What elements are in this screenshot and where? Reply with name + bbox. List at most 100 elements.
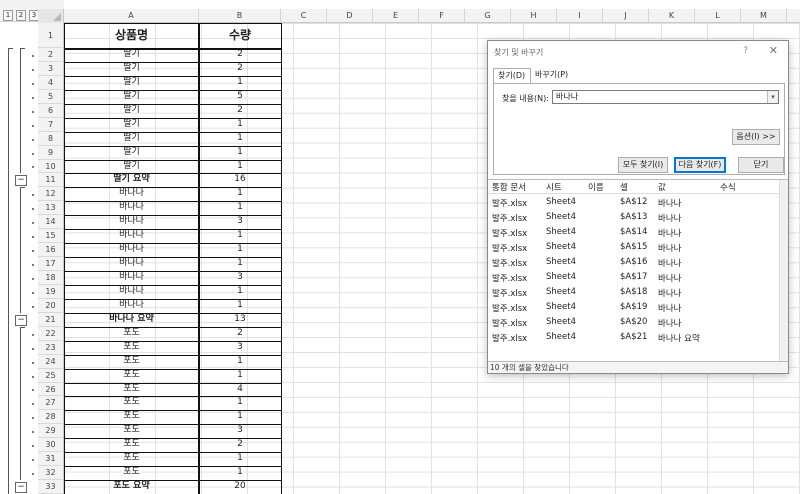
row-header[interactable]: 15	[38, 229, 64, 244]
cell-product[interactable]: 포도	[64, 369, 199, 383]
row-header[interactable]: 8	[38, 131, 64, 146]
cell-product[interactable]: 포도	[64, 466, 199, 480]
select-all-corner[interactable]	[38, 9, 64, 23]
row-header[interactable]: 25	[38, 368, 64, 383]
column-header-b[interactable]: B	[199, 9, 281, 23]
row-header[interactable]: 12	[38, 187, 64, 202]
cell-product[interactable]: 딸기 요약	[64, 173, 199, 187]
cell-product[interactable]: 포도	[64, 396, 199, 410]
cell-product[interactable]: 딸기	[64, 118, 199, 132]
result-row[interactable]: 발주.xlsx Sheet4 $A$12 바나나	[488, 197, 778, 212]
result-row[interactable]: 발주.xlsx Sheet4 $A$13 바나나	[488, 212, 778, 227]
cell-product[interactable]: 포도	[64, 327, 199, 341]
cell-product[interactable]: 딸기	[64, 48, 199, 62]
cell-quantity[interactable]: 1	[199, 229, 281, 243]
cell-quantity[interactable]: 1	[199, 243, 281, 257]
chevron-down-icon[interactable]: ▾	[767, 91, 778, 103]
results-column-header[interactable]: 수식	[720, 181, 736, 193]
cell-quantity[interactable]: 3	[199, 271, 281, 285]
cell-quantity[interactable]: 3	[199, 424, 281, 438]
collapse-group-button[interactable]: −	[15, 482, 27, 494]
row-header[interactable]: 7	[38, 117, 64, 132]
cell-quantity[interactable]: 1	[199, 410, 281, 424]
result-row[interactable]: 발주.xlsx Sheet4 $A$19 바나나	[488, 302, 778, 317]
cell-quantity[interactable]: 1	[199, 118, 281, 132]
cell-quantity[interactable]: 1	[199, 466, 281, 480]
result-row[interactable]: 발주.xlsx Sheet4 $A$18 바나나	[488, 287, 778, 302]
cell-product[interactable]: 바나나	[64, 271, 199, 285]
row-header[interactable]: 11	[38, 173, 64, 188]
tab-replace[interactable]: 바꾸기(P)	[531, 68, 573, 84]
cell-product[interactable]: 포도	[64, 452, 199, 466]
row-header[interactable]: 21	[38, 312, 64, 327]
results-column-header[interactable]: 통합 문서	[492, 181, 526, 193]
results-list[interactable]: 통합 문서 시트 이름 셀 값 수식 발주.xlsx Sheet4 $A$12 바나나 발주.xl…	[488, 179, 788, 364]
column-header-f[interactable]: F	[419, 9, 465, 23]
cell-product[interactable]: 바나나	[64, 229, 199, 243]
cell-quantity[interactable]: 2	[199, 48, 281, 62]
outline-level-2-button[interactable]: 2	[16, 10, 26, 21]
cell-product[interactable]: 딸기	[64, 104, 199, 118]
row-header[interactable]: 9	[38, 145, 64, 160]
cell-product[interactable]: 바나나	[64, 215, 199, 229]
results-scrollbar[interactable]	[779, 180, 788, 364]
options-button[interactable]: 옵션(I) >>	[732, 129, 780, 145]
cell-product[interactable]: 딸기	[64, 146, 199, 160]
close-icon[interactable]: ✕	[769, 44, 778, 57]
find-next-button[interactable]: 다음 찾기(F)	[674, 157, 726, 173]
row-header[interactable]: 27	[38, 396, 64, 411]
cell-product[interactable]: 바나나	[64, 201, 199, 215]
cell-quantity[interactable]: 1	[199, 299, 281, 313]
cell-product[interactable]: 바나나	[64, 187, 199, 201]
cell-quantity[interactable]: 1	[199, 285, 281, 299]
cell-product[interactable]: 포도	[64, 424, 199, 438]
header-cell-quantity[interactable]: 수량	[199, 23, 281, 48]
result-row[interactable]: 발주.xlsx Sheet4 $A$17 바나나	[488, 272, 778, 287]
cell-product[interactable]: 바나나	[64, 285, 199, 299]
cell-product[interactable]: 딸기	[64, 62, 199, 76]
collapse-group-button[interactable]: −	[15, 175, 27, 187]
row-header[interactable]: 1	[38, 23, 64, 48]
row-header[interactable]: 30	[38, 438, 64, 453]
row-header[interactable]: 6	[38, 103, 64, 118]
collapse-group-button[interactable]: −	[15, 314, 27, 326]
row-header[interactable]: 16	[38, 243, 64, 258]
cell-quantity[interactable]: 16	[199, 173, 281, 187]
row-header[interactable]: 5	[38, 89, 64, 104]
results-column-header[interactable]: 셀	[620, 181, 628, 193]
cell-quantity[interactable]: 3	[199, 341, 281, 355]
result-row[interactable]: 발주.xlsx Sheet4 $A$14 바나나	[488, 227, 778, 242]
cell-quantity[interactable]: 2	[199, 104, 281, 118]
cell-quantity[interactable]: 2	[199, 438, 281, 452]
row-header[interactable]: 33	[38, 480, 64, 494]
row-header[interactable]: 26	[38, 382, 64, 397]
cell-product[interactable]: 바나나	[64, 299, 199, 313]
cell-quantity[interactable]: 1	[199, 160, 281, 174]
row-header[interactable]: 32	[38, 466, 64, 481]
result-row[interactable]: 발주.xlsx Sheet4 $A$16 바나나	[488, 257, 778, 272]
dialog-titlebar[interactable]: 찾기 및 바꾸기 ? ✕	[488, 41, 788, 63]
cell-quantity[interactable]: 1	[199, 355, 281, 369]
result-row[interactable]: 발주.xlsx Sheet4 $A$21 바나나 요약	[488, 332, 778, 347]
find-all-button[interactable]: 모두 찾기(I)	[618, 157, 668, 173]
header-cell-product[interactable]: 상품명	[64, 23, 199, 48]
result-row[interactable]: 발주.xlsx Sheet4 $A$20 바나나	[488, 317, 778, 332]
cell-quantity[interactable]: 20	[199, 480, 281, 494]
cell-product[interactable]: 포도 요약	[64, 480, 199, 494]
column-header-h[interactable]: H	[511, 9, 557, 23]
row-header[interactable]: 4	[38, 75, 64, 90]
cell-quantity[interactable]: 1	[199, 187, 281, 201]
cell-quantity[interactable]: 1	[199, 257, 281, 271]
row-header[interactable]: 24	[38, 354, 64, 369]
cell-product[interactable]: 포도	[64, 410, 199, 424]
row-header[interactable]: 19	[38, 284, 64, 299]
cell-product[interactable]: 딸기	[64, 160, 199, 174]
row-header[interactable]: 22	[38, 326, 64, 341]
cell-quantity[interactable]: 4	[199, 383, 281, 397]
cell-quantity[interactable]: 2	[199, 62, 281, 76]
cell-product[interactable]: 포도	[64, 341, 199, 355]
results-column-header[interactable]: 시트	[546, 181, 562, 193]
cell-quantity[interactable]: 5	[199, 90, 281, 104]
help-button[interactable]: ?	[743, 46, 748, 56]
cell-product[interactable]: 바나나	[64, 243, 199, 257]
